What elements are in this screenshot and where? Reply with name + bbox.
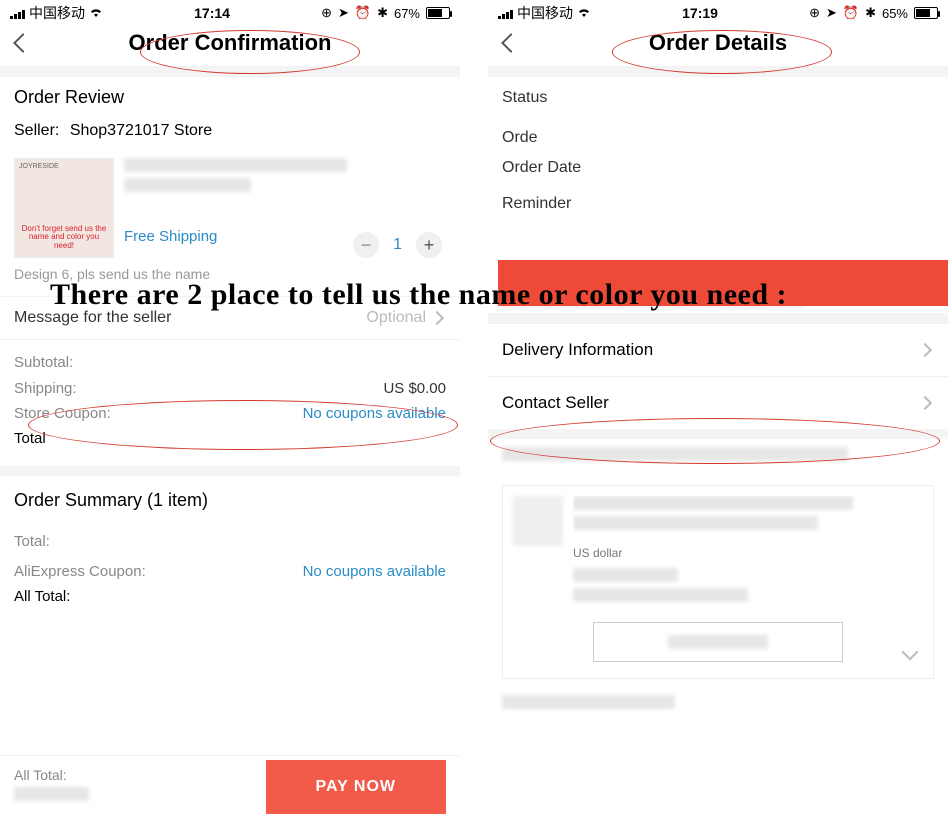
order-review-section: Order Review Seller: Shop3721017 Store J… [0,77,460,258]
location-icon: ➤ [826,5,837,21]
seller-label: Seller: [14,122,59,139]
status-bar: 中国移动 17:14 ⊕ ➤ ⏰ ✱ 67% [0,0,460,24]
blurred-product-title [124,158,347,172]
pay-now-button[interactable]: PAY NOW [266,760,447,814]
wifi-icon [89,5,103,21]
delivery-information-row[interactable]: Delivery Information [488,323,948,376]
product-row[interactable]: JOYRESIDE Don't forget send us the name … [14,158,446,258]
signal-icon [10,7,25,19]
back-button[interactable] [498,32,520,54]
totals-block: Subtotal: Shipping: US $0.00 Store Coupon… [0,339,460,466]
target-icon: ⊕ [321,5,332,21]
battery-icon [914,7,938,19]
shipping-value: US $0.00 [383,380,446,397]
order-details-screen: 中国移动 17:19 ⊕ ➤ ⏰ ✱ 65% Order Details Sta… [488,0,948,830]
blurred-line [573,568,678,582]
bluetooth-icon: ✱ [377,5,388,21]
product-thumbnail [513,496,563,546]
location-icon: ➤ [338,5,349,21]
blurred-line [502,447,848,461]
card-action-button[interactable] [593,622,843,662]
contact-seller-label: Contact Seller [502,393,609,413]
qty-minus-button[interactable]: − [353,232,379,258]
thumb-caption: Don't forget send us the name and color … [19,225,109,251]
all-total-label: All Total: [14,588,70,610]
delivery-information-label: Delivery Information [502,340,653,360]
page-title: Order Confirmation [32,30,428,56]
product-thumbnail[interactable]: JOYRESIDE Don't forget send us the name … [14,158,114,258]
alarm-icon: ⏰ [843,5,859,21]
qty-value: 1 [393,236,402,254]
bluetooth-icon: ✱ [865,5,876,21]
currency-note: US dollar [573,546,923,560]
reminder-label: Reminder [502,195,582,213]
battery-percent: 67% [394,6,420,21]
status-bar: 中国移动 17:19 ⊕ ➤ ⏰ ✱ 65% [488,0,948,24]
blurred-label [668,635,769,649]
alarm-icon: ⏰ [355,5,371,21]
ali-coupon-link[interactable]: No coupons available [303,563,446,580]
chevron-right-icon [432,311,446,325]
subtotal-label: Subtotal: [14,354,73,372]
battery-icon [426,7,450,19]
signal-icon [498,7,513,19]
ali-coupon-label: AliExpress Coupon: [14,563,146,580]
page-title: Order Details [520,30,916,56]
store-coupon-label: Store Coupon: [14,405,111,422]
carrier-name: 中国移动 [29,3,85,23]
battery-percent: 65% [882,6,908,21]
summary-total-label: Total: [14,533,50,555]
order-label: Orde [502,129,582,147]
order-summary-title: Order Summary (1 item) [0,476,460,519]
wifi-icon [577,5,591,21]
overlay-instruction-text: There are 2 place to tell us the name or… [50,278,929,312]
quantity-controls: − 1 + [353,232,442,258]
chevron-right-icon [920,343,934,357]
shipping-label: Shipping: [14,380,77,397]
status-label: Status [502,89,582,107]
chevron-right-icon [920,396,934,410]
blurred-line [573,496,853,510]
blurred-line [573,516,818,530]
status-time: 17:19 [591,5,809,21]
pay-bar: All Total: PAY NOW [0,755,460,824]
back-button[interactable] [10,32,32,54]
free-shipping-label: Free Shipping [124,228,217,245]
blurred-line [573,588,748,602]
qty-plus-button[interactable]: + [416,232,442,258]
total-label: Total [14,430,46,452]
order-confirmation-screen: 中国移动 17:14 ⊕ ➤ ⏰ ✱ 67% Order Confirmatio… [0,0,460,830]
contact-seller-row[interactable]: Contact Seller [488,376,948,429]
chevron-down-icon[interactable] [904,646,918,660]
seller-name: Shop3721017 Store [70,122,212,139]
store-coupon-link[interactable]: No coupons available [303,405,446,422]
blurred-value [14,787,89,801]
paybar-all-total-label: All Total: [14,767,266,783]
order-review-title: Order Review [14,87,446,108]
target-icon: ⊕ [809,5,820,21]
carrier-name: 中国移动 [517,3,573,23]
blurred-line [502,695,675,709]
status-time: 17:14 [103,5,321,21]
product-card[interactable]: US dollar [502,485,934,679]
blurred-product-subtitle [124,178,251,192]
order-date-label: Order Date [502,159,602,177]
